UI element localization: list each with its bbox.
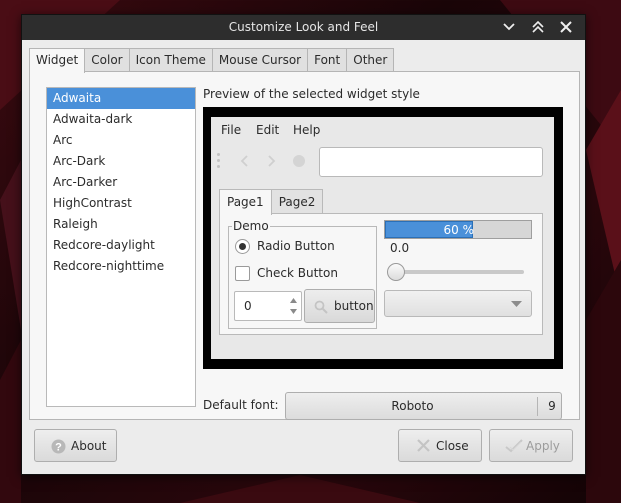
slider-track[interactable]: [396, 270, 524, 274]
preview-tab-panel: Demo Radio Button Check Button 0 button …: [219, 213, 543, 335]
forward-arrow-icon[interactable]: [263, 153, 279, 169]
style-item-redcore-daylight[interactable]: Redcore-daylight: [47, 235, 195, 256]
about-button-label: About: [71, 439, 107, 453]
maximize-button[interactable]: [527, 17, 549, 37]
font-separator: [537, 397, 538, 416]
style-item-adwaita[interactable]: Adwaita: [47, 88, 195, 109]
progress-text: 60 %: [443, 223, 475, 237]
spin-down-icon[interactable]: [289, 307, 298, 316]
checkmark-icon: [505, 439, 523, 453]
scale-value: 0.0: [390, 241, 410, 255]
font-name: Roboto: [391, 399, 434, 413]
chevron-down-icon: [503, 23, 515, 31]
close-button-label: Close: [436, 439, 469, 453]
tab-color[interactable]: Color: [84, 48, 130, 72]
close-button[interactable]: Close: [398, 429, 482, 462]
style-item-arc-dark[interactable]: Arc-Dark: [47, 151, 195, 172]
demo-frame: Demo Radio Button Check Button 0 button: [228, 219, 377, 329]
demo-frame-label: Demo: [232, 219, 270, 233]
radio-button-label[interactable]: Radio Button: [257, 239, 335, 253]
apply-button[interactable]: Apply: [489, 429, 573, 462]
tab-font[interactable]: Font: [307, 48, 348, 72]
preview-tabs: Page1 Page2: [219, 189, 324, 215]
tab-widget[interactable]: Widget: [29, 48, 86, 73]
style-item-arc-darker[interactable]: Arc-Darker: [47, 172, 195, 193]
default-font-label: Default font:: [203, 398, 279, 412]
widget-tab-panel: Adwaita Adwaita-dark Arc Arc-Dark Arc-Da…: [29, 71, 580, 420]
settings-tabs: Widget Color Icon Theme Mouse Cursor Fon…: [29, 48, 395, 73]
tab-mouse-cursor[interactable]: Mouse Cursor: [211, 48, 309, 72]
style-item-raleigh[interactable]: Raleigh: [47, 214, 195, 235]
preview-frame: File Edit Help Page1 Page2 Demo Radio Bu…: [203, 107, 563, 369]
dropdown-arrow-icon: [511, 301, 522, 307]
close-window-button[interactable]: [555, 17, 577, 37]
demo-button[interactable]: button: [304, 289, 375, 323]
help-icon: ?: [51, 439, 66, 454]
progress-bar: 60 %: [384, 220, 532, 239]
customize-dialog: Customize Look and Feel Widget Color Ico…: [21, 14, 586, 475]
preview-text-entry[interactable]: [319, 147, 543, 177]
close-icon: [560, 21, 572, 33]
tab-other[interactable]: Other: [346, 48, 395, 72]
combo-box[interactable]: [384, 290, 532, 317]
style-item-arc[interactable]: Arc: [47, 130, 195, 151]
tab-page1[interactable]: Page1: [219, 189, 272, 215]
slider-knob[interactable]: [387, 263, 405, 281]
preview-label: Preview of the selected widget style: [203, 87, 420, 101]
menu-file[interactable]: File: [221, 123, 241, 137]
svg-text:?: ?: [55, 442, 62, 454]
apply-button-label: Apply: [526, 439, 560, 453]
demo-button-label: button: [334, 299, 374, 313]
menu-edit[interactable]: Edit: [256, 123, 279, 137]
minimize-button[interactable]: [498, 17, 520, 37]
widget-preview: File Edit Help Page1 Page2 Demo Radio Bu…: [211, 117, 554, 359]
titlebar: Customize Look and Feel: [22, 15, 585, 40]
back-arrow-icon[interactable]: [237, 153, 253, 169]
check-button[interactable]: [235, 266, 250, 281]
tab-icon-theme[interactable]: Icon Theme: [128, 48, 213, 72]
radio-button[interactable]: [235, 239, 250, 254]
preview-menubar: File Edit Help: [211, 117, 554, 143]
chevrons-up-icon: [532, 21, 544, 33]
tab-page2[interactable]: Page2: [270, 189, 324, 214]
toolbar-grip-icon: [217, 153, 220, 171]
spin-button[interactable]: 0: [234, 291, 302, 321]
spin-value: 0: [244, 299, 252, 313]
spin-up-icon[interactable]: [289, 296, 298, 305]
search-icon: [314, 300, 328, 314]
widget-style-list[interactable]: Adwaita Adwaita-dark Arc Arc-Dark Arc-Da…: [46, 87, 196, 407]
about-button[interactable]: ? About: [34, 429, 117, 462]
reload-icon[interactable]: [291, 153, 307, 169]
close-icon: [417, 439, 430, 452]
default-font-button[interactable]: Roboto 9: [285, 392, 562, 420]
spin-arrows: [286, 292, 301, 320]
style-item-redcore-nighttime[interactable]: Redcore-nighttime: [47, 256, 195, 277]
font-size: 9: [548, 399, 556, 413]
check-button-label[interactable]: Check Button: [257, 266, 338, 280]
menu-help[interactable]: Help: [293, 123, 320, 137]
style-item-adwaita-dark[interactable]: Adwaita-dark: [47, 109, 195, 130]
style-item-highcontrast[interactable]: HighContrast: [47, 193, 195, 214]
